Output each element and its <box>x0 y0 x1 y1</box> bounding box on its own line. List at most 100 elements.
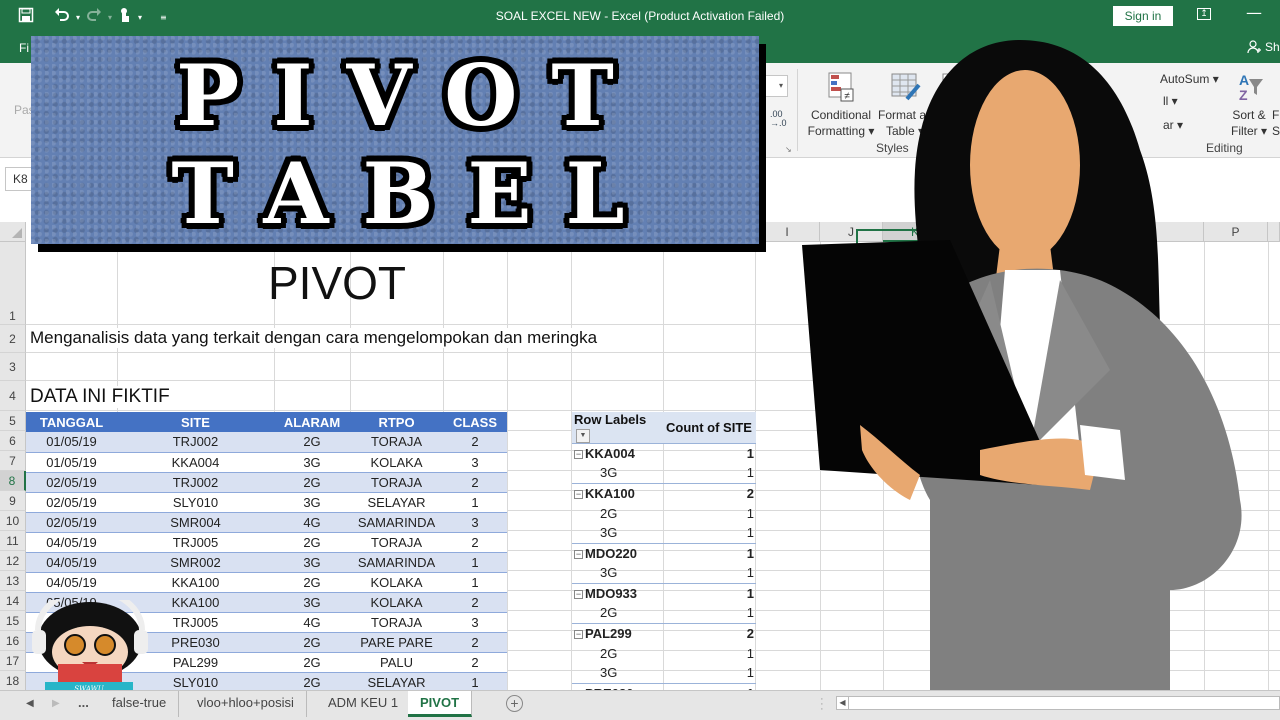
cell-alaram[interactable]: 2G <box>274 632 350 653</box>
sheet-tab-adm-keu-1[interactable]: ADM KEU 1 <box>316 691 412 717</box>
row-header-12[interactable]: 12 <box>0 551 26 571</box>
sheet-tab-vloo-hloo-posisi[interactable]: vloo+hloo+posisi <box>185 691 307 717</box>
cell-class[interactable]: 1 <box>443 492 507 513</box>
cell-rtpo[interactable]: SELAYAR <box>350 492 443 513</box>
cell-rtpo[interactable]: TORAJA <box>350 532 443 553</box>
cell-alaram[interactable]: 2G <box>274 652 350 673</box>
cell-tanggal[interactable]: 04/05/19 <box>26 532 117 553</box>
cell-alaram[interactable]: 3G <box>274 592 350 613</box>
row-header-11[interactable]: 11 <box>0 531 26 551</box>
cell-tanggal[interactable]: 02/05/19 <box>26 512 117 533</box>
horizontal-scrollbar[interactable]: ◀ <box>836 696 1280 710</box>
row-header-15[interactable]: 15 <box>0 611 26 631</box>
cell-class[interactable]: 2 <box>443 592 507 613</box>
cell-site[interactable]: KKA004 <box>117 452 274 473</box>
cell-class[interactable]: 2 <box>443 632 507 653</box>
cell-tanggal[interactable]: 04/05/19 <box>26 552 117 573</box>
cell-alaram[interactable]: 4G <box>274 612 350 633</box>
pivot-row-label[interactable]: 2G <box>572 503 664 523</box>
cell-class[interactable]: 3 <box>443 452 507 473</box>
tab-file[interactable]: Fi <box>19 41 29 55</box>
cell-class[interactable]: 1 <box>443 672 507 690</box>
cell-rtpo[interactable]: KOLAKA <box>350 592 443 613</box>
pivot-count-value[interactable]: 2 <box>664 482 756 504</box>
pivot-count-value[interactable]: 2 <box>664 622 756 644</box>
header-rtpo[interactable]: RTPO <box>350 412 443 432</box>
cell-rtpo[interactable]: TORAJA <box>350 472 443 493</box>
cell-site[interactable]: TRJ005 <box>117 532 274 553</box>
collapse-icon[interactable]: − <box>574 449 583 459</box>
sheet-tab-pivot[interactable]: PIVOT <box>408 691 473 717</box>
pivot-count-value[interactable]: 1 <box>664 542 756 564</box>
ribbon-display-options-icon[interactable]: ↥ <box>1197 8 1211 20</box>
cell-rtpo[interactable]: TORAJA <box>350 432 443 453</box>
cell-alaram[interactable]: 4G <box>274 512 350 533</box>
cell-rtpo[interactable]: PARE PARE <box>350 632 443 653</box>
row-header-8[interactable]: 8 <box>0 471 26 491</box>
cell-alaram[interactable]: 2G <box>274 532 350 553</box>
more-tabs-ellipsis[interactable]: ... <box>78 695 89 710</box>
cell-site[interactable]: SMR002 <box>117 552 274 573</box>
cell-rtpo[interactable]: SAMARINDA <box>350 552 443 573</box>
row-header-10[interactable]: 10 <box>0 511 26 531</box>
pivot-row-label[interactable]: − MDO933 <box>572 582 664 604</box>
pivot-row-label[interactable]: 2G <box>572 643 664 663</box>
pivot-row-label[interactable]: 2G <box>572 603 664 623</box>
cell-rtpo[interactable]: PALU <box>350 652 443 673</box>
cell-tanggal[interactable]: 02/05/19 <box>26 472 117 493</box>
cell-class[interactable]: 1 <box>443 552 507 573</box>
row-header-17[interactable]: 17 <box>0 651 26 671</box>
header-site[interactable]: SITE <box>117 412 274 432</box>
cell-alaram[interactable]: 2G <box>274 432 350 453</box>
cell-class[interactable]: 2 <box>443 472 507 493</box>
pivot-row-label[interactable]: 3G <box>572 463 664 483</box>
cell-class[interactable]: 3 <box>443 512 507 533</box>
collapse-icon[interactable]: − <box>574 549 583 559</box>
cell-class[interactable]: 1 <box>443 572 507 593</box>
row-header-16[interactable]: 16 <box>0 631 26 651</box>
header-class[interactable]: CLASS <box>443 412 507 432</box>
tab-split-handle[interactable]: · · · <box>820 694 824 715</box>
cell-tanggal[interactable]: 04/05/19 <box>26 572 117 593</box>
row-header-7[interactable]: 7 <box>0 451 26 471</box>
cell-rtpo[interactable]: KOLAKA <box>350 572 443 593</box>
cell-rtpo[interactable]: TORAJA <box>350 612 443 633</box>
row-header-3[interactable]: 3 <box>0 353 26 381</box>
scroll-left-icon[interactable]: ◀ <box>837 697 849 709</box>
collapse-icon[interactable]: − <box>574 629 583 639</box>
cell-rtpo[interactable]: SAMARINDA <box>350 512 443 533</box>
cell-alaram[interactable]: 2G <box>274 472 350 493</box>
cell-alaram[interactable]: 3G <box>274 452 350 473</box>
cell-site[interactable]: TRJ002 <box>117 432 274 453</box>
pivot-count-value[interactable]: 1 <box>664 663 756 683</box>
subtitle-cell[interactable]: DATA INI FIKTIF <box>30 386 170 408</box>
cell-rtpo[interactable]: SELAYAR <box>350 672 443 690</box>
header-alaram[interactable]: ALARAM <box>274 412 350 432</box>
row-header-9[interactable]: 9 <box>0 491 26 511</box>
pivot-count-value[interactable]: 1 <box>664 682 756 690</box>
add-sheet-button[interactable]: + <box>506 695 523 712</box>
row-header-5[interactable]: 5 <box>0 411 26 431</box>
cell-class[interactable]: 2 <box>443 432 507 453</box>
row-header-2[interactable]: 2 <box>0 325 26 353</box>
pivot-row-label[interactable]: 3G <box>572 663 664 683</box>
collapse-icon[interactable]: − <box>574 489 583 499</box>
cell-rtpo[interactable]: KOLAKA <box>350 452 443 473</box>
pivot-row-label[interactable]: − PAL299 <box>572 622 664 644</box>
pivot-count-value[interactable]: 1 <box>664 582 756 604</box>
cell-alaram[interactable]: 3G <box>274 492 350 513</box>
cell-site[interactable]: SMR004 <box>117 512 274 533</box>
cell-tanggal[interactable]: 01/05/19 <box>26 432 117 453</box>
cell-tanggal[interactable]: 02/05/19 <box>26 492 117 513</box>
row-header-14[interactable]: 14 <box>0 591 26 611</box>
cell-class[interactable]: 2 <box>443 652 507 673</box>
cell-alaram[interactable]: 3G <box>274 552 350 573</box>
pivot-value-header[interactable]: Count of SITE <box>664 412 756 444</box>
description-cell[interactable]: Menganalisis data yang terkait dengan ca… <box>30 328 663 348</box>
select-all-button[interactable] <box>0 222 26 242</box>
number-format-dropdown[interactable]: ▾ <box>755 75 788 97</box>
header-tanggal[interactable]: TANGGAL <box>26 412 117 432</box>
cell-class[interactable]: 2 <box>443 532 507 553</box>
cell-alaram[interactable]: 2G <box>274 672 350 690</box>
pivot-row-label[interactable]: − MDO220 <box>572 542 664 564</box>
